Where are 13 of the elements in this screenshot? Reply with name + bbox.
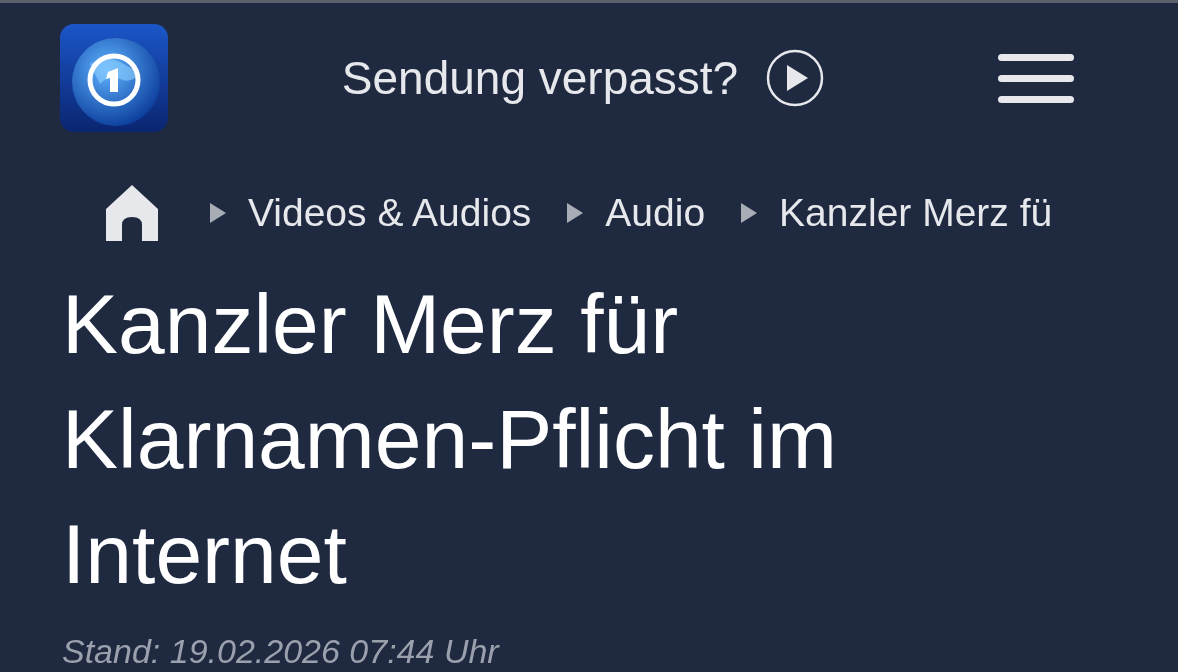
menu-button[interactable]: [998, 51, 1074, 105]
breadcrumb-arrow-icon: [210, 203, 226, 223]
play-icon: [766, 49, 825, 107]
breadcrumb-arrow-icon: [567, 203, 584, 223]
home-icon[interactable]: [104, 183, 160, 243]
missed-show-link[interactable]: Sendung verpasst?: [168, 49, 998, 107]
breadcrumb-link[interactable]: Videos & Audios: [248, 191, 532, 235]
article-title: Kanzler Merz für Klarnamen-Pflicht im Internet: [62, 276, 838, 603]
breadcrumb-link[interactable]: Audio: [605, 191, 706, 235]
logo-icon[interactable]: [60, 24, 168, 132]
breadcrumb-arrow-icon: [741, 203, 758, 223]
timestamp: Stand: 19.02.2026 07:44 Uhr: [62, 632, 501, 671]
breadcrumb-link[interactable]: Kanzler Merz fü: [779, 191, 1053, 235]
